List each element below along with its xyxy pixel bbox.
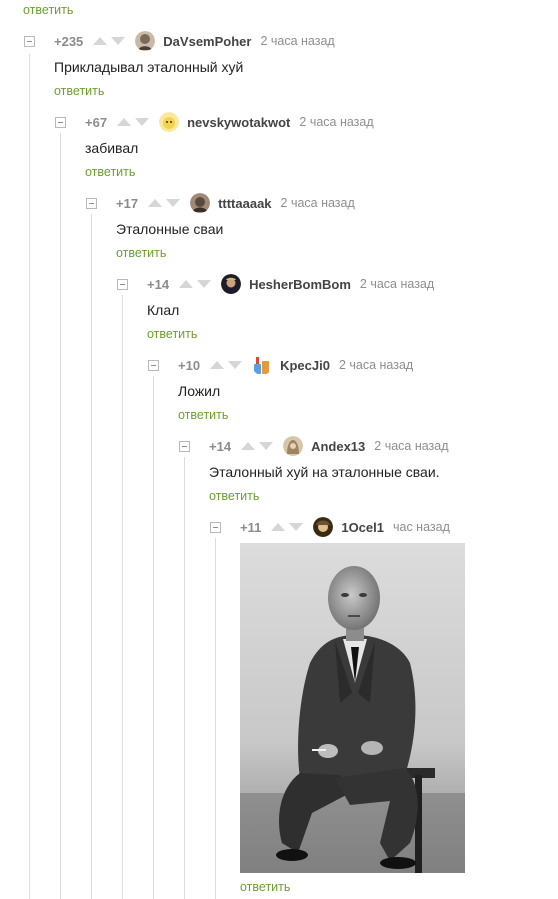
comment-text: Клал bbox=[147, 302, 180, 318]
upvote-icon[interactable] bbox=[271, 523, 286, 531]
comment-header: +14 Andex13 2 часа назад bbox=[209, 436, 449, 456]
seated-man-photo bbox=[240, 543, 465, 873]
thread-line bbox=[29, 54, 30, 899]
comment-author[interactable]: Andex13 bbox=[311, 439, 365, 454]
comment-text: Ложил bbox=[178, 383, 221, 399]
collapse-toggle[interactable] bbox=[86, 198, 97, 209]
comment-author[interactable]: HesherBomBom bbox=[249, 277, 351, 292]
comment-header: +14 HesherBomBom 2 часа назад bbox=[147, 274, 434, 294]
vote-controls bbox=[210, 361, 243, 369]
thread-line bbox=[215, 538, 216, 899]
avatar[interactable] bbox=[313, 517, 334, 537]
downvote-icon[interactable] bbox=[135, 118, 150, 126]
reply-link[interactable]: ответить bbox=[178, 408, 228, 422]
upvote-icon[interactable] bbox=[117, 118, 132, 126]
comment-time[interactable]: 2 часа назад bbox=[339, 358, 413, 372]
avatar[interactable] bbox=[190, 193, 211, 213]
upvote-icon[interactable] bbox=[241, 442, 256, 450]
vote-controls bbox=[148, 199, 181, 207]
comment-time[interactable]: 2 часа назад bbox=[374, 439, 448, 453]
upvote-icon[interactable] bbox=[148, 199, 163, 207]
comment-header: +17 ttttaaaak 2 часа назад bbox=[116, 193, 355, 213]
comment-time[interactable]: 2 часа назад bbox=[260, 34, 334, 48]
reply-link[interactable]: ответить bbox=[209, 489, 259, 503]
comment-author[interactable]: nevskywotakwot bbox=[187, 115, 290, 130]
reply-link[interactable]: ответить bbox=[85, 165, 135, 179]
reply-link[interactable]: ответить bbox=[23, 3, 73, 17]
upvote-icon[interactable] bbox=[179, 280, 194, 288]
comment-rating: +17 bbox=[116, 195, 139, 211]
comment-text: Эталонные сваи bbox=[116, 221, 224, 237]
reply-link[interactable]: ответить bbox=[54, 84, 104, 98]
thread-line bbox=[153, 376, 154, 899]
collapse-toggle[interactable] bbox=[210, 522, 221, 533]
downvote-icon[interactable] bbox=[166, 199, 181, 207]
comment-rating: +14 bbox=[209, 438, 232, 454]
comment-time[interactable]: 2 часа назад bbox=[360, 277, 434, 291]
avatar[interactable] bbox=[221, 274, 242, 294]
comment-author[interactable]: KpecJi0 bbox=[280, 358, 330, 373]
thread-line bbox=[60, 133, 61, 899]
comment-text: забивал bbox=[85, 140, 139, 156]
comment-header: +67 nevskywotakwot 2 часа назад bbox=[85, 112, 374, 132]
collapse-toggle[interactable] bbox=[117, 279, 128, 290]
comment-time[interactable]: 2 часа назад bbox=[281, 196, 355, 210]
avatar[interactable] bbox=[283, 436, 304, 456]
comment-text: Эталонный хуй на эталонные сваи. bbox=[209, 464, 440, 480]
thread-line bbox=[122, 295, 123, 899]
thread-line bbox=[91, 214, 92, 899]
downvote-icon[interactable] bbox=[259, 442, 274, 450]
comment-text: Прикладывал эталонный хуй bbox=[54, 59, 244, 75]
reply-link[interactable]: ответить bbox=[240, 880, 290, 894]
upvote-icon[interactable] bbox=[210, 361, 225, 369]
vote-controls bbox=[93, 37, 126, 45]
comment-header: +10 KpecJi0 2 часа назад bbox=[178, 356, 413, 374]
vote-controls bbox=[271, 523, 304, 531]
comment-rating: +11 bbox=[240, 519, 262, 535]
comment-rating: +10 bbox=[178, 357, 201, 373]
avatar[interactable] bbox=[159, 112, 180, 132]
vote-controls bbox=[117, 118, 150, 126]
comment-header: +235 DaVsemPoher 2 часа назад bbox=[54, 31, 335, 51]
comment-author[interactable]: 1Ocel1 bbox=[341, 520, 384, 535]
comment-time[interactable]: час назад bbox=[393, 520, 450, 534]
comment-rating: +67 bbox=[85, 114, 108, 130]
downvote-icon[interactable] bbox=[197, 280, 212, 288]
avatar[interactable] bbox=[252, 355, 272, 375]
comment-rating: +14 bbox=[147, 276, 170, 292]
thread-line bbox=[184, 457, 185, 899]
reply-link[interactable]: ответить bbox=[116, 246, 166, 260]
downvote-icon[interactable] bbox=[228, 361, 243, 369]
comment-author[interactable]: ttttaaaak bbox=[218, 196, 271, 211]
collapse-toggle[interactable] bbox=[148, 360, 159, 371]
collapse-toggle[interactable] bbox=[179, 441, 190, 452]
avatar[interactable] bbox=[135, 31, 156, 51]
upvote-icon[interactable] bbox=[93, 37, 108, 45]
comment-rating: +235 bbox=[54, 33, 84, 49]
downvote-icon[interactable] bbox=[289, 523, 304, 531]
collapse-toggle[interactable] bbox=[24, 36, 35, 47]
comment-author[interactable]: DaVsemPoher bbox=[163, 34, 251, 49]
vote-controls bbox=[241, 442, 274, 450]
collapse-toggle[interactable] bbox=[55, 117, 66, 128]
downvote-icon[interactable] bbox=[111, 37, 126, 45]
comment-image[interactable] bbox=[240, 543, 465, 873]
comment-time[interactable]: 2 часа назад bbox=[299, 115, 373, 129]
comment-header: +11 1Ocel1 час назад bbox=[240, 517, 450, 537]
reply-link[interactable]: ответить bbox=[147, 327, 197, 341]
vote-controls bbox=[179, 280, 212, 288]
